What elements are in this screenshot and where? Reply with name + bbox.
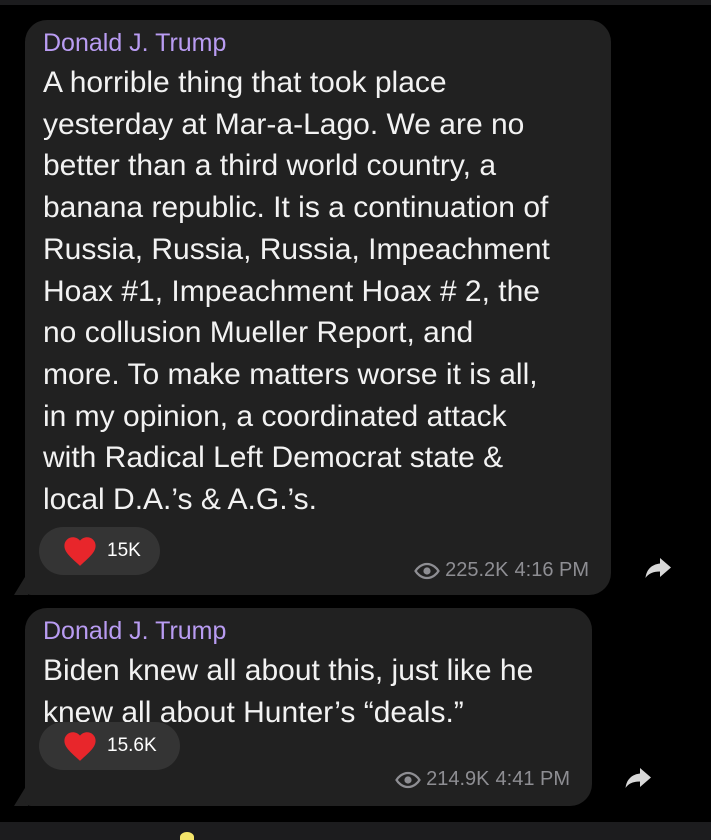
top-divider [0, 0, 711, 5]
heart-icon [64, 537, 96, 566]
message-bubble[interactable]: Donald J. Trump Biden knew all about thi… [25, 608, 592, 806]
emoji-peek [180, 832, 194, 840]
message-bubble[interactable]: Donald J. Trump A horrible thing that to… [25, 20, 611, 595]
sender-name[interactable]: Donald J. Trump [43, 616, 226, 646]
timestamp: 4:41 PM [495, 768, 570, 790]
reaction-count: 15.6K [107, 735, 157, 756]
timestamp: 4:16 PM [514, 559, 589, 581]
share-arrow-icon [625, 768, 651, 788]
message-meta: 214.9K 4:41 PM [395, 768, 570, 791]
reaction-button[interactable]: 15.6K [39, 722, 180, 770]
share-button[interactable] [638, 548, 678, 588]
message-text: A horrible thing that took place yesterd… [43, 66, 550, 517]
reaction-count: 15K [107, 540, 141, 561]
view-count: 214.9K [426, 768, 490, 790]
sender-name[interactable]: Donald J. Trump [43, 28, 226, 58]
chat-screen: Donald J. Trump A horrible thing that to… [0, 0, 711, 840]
reaction-button[interactable]: 15K [39, 527, 160, 575]
heart-icon [64, 732, 96, 761]
share-arrow-icon [645, 558, 671, 578]
message-meta: 225.2K 4:16 PM [414, 559, 589, 582]
eye-icon [414, 562, 440, 579]
message-text: Biden knew all about this, just like he … [43, 654, 534, 729]
bottom-bar [0, 822, 711, 840]
eye-icon [395, 771, 421, 788]
share-button[interactable] [618, 758, 658, 798]
view-count: 225.2K [445, 559, 509, 581]
